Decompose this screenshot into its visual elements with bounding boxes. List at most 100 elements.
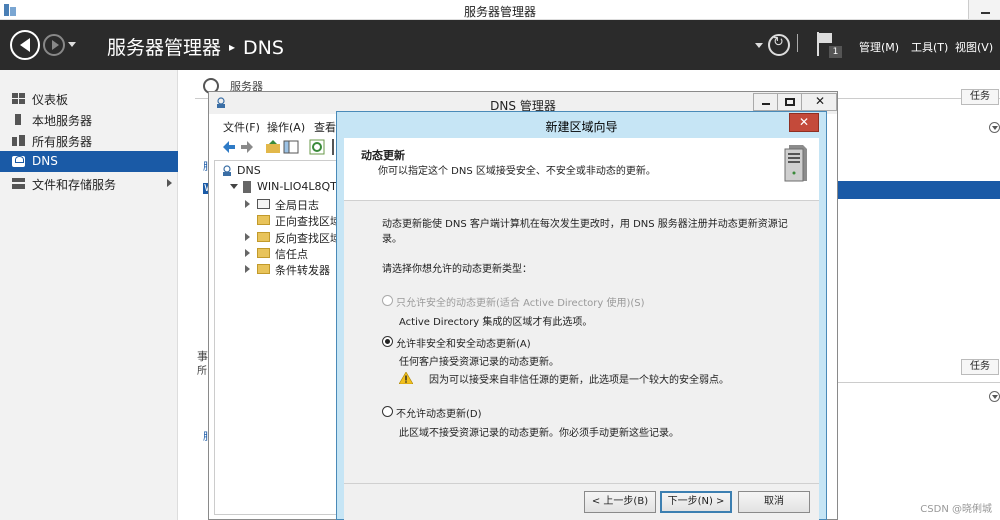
- expand-icon[interactable]: [245, 233, 250, 241]
- menu-action[interactable]: 操作(A): [267, 119, 305, 135]
- events-divider: [838, 382, 1000, 383]
- expand-icon[interactable]: [245, 265, 250, 273]
- dashboard-icon: [12, 93, 25, 104]
- collapse-icon[interactable]: [230, 184, 238, 189]
- events-expand-icon[interactable]: [989, 391, 1000, 402]
- sidebar-item-dns[interactable]: DNS: [0, 151, 178, 172]
- forward-arrow-icon[interactable]: [43, 34, 65, 56]
- sidebar-item-label: 文件和存储服务: [32, 178, 117, 192]
- server-manager-header: 服务器管理器 ▸ DNS 1 管理(M) 工具(T) 视图(V): [0, 20, 1000, 70]
- server-node-icon: [243, 181, 251, 193]
- expand-icon[interactable]: [989, 122, 1000, 133]
- dns-icon: [12, 156, 25, 167]
- wizard-subheading: 你可以指定这个 DNS 区域接受安全、不安全或非动态的更新。: [378, 166, 656, 177]
- show-hide-tree-icon[interactable]: [282, 138, 300, 156]
- dns-maximize-button[interactable]: [777, 93, 802, 111]
- refresh-icon[interactable]: [768, 34, 790, 56]
- close-button[interactable]: [789, 113, 819, 132]
- nonsecure-and-secure-label: 允许非安全和安全动态更新(A): [396, 339, 531, 350]
- intro-text-line2: 录。: [382, 234, 402, 245]
- sidebar-item-local-server[interactable]: 本地服务器: [0, 109, 178, 130]
- expand-icon[interactable]: [245, 249, 250, 257]
- secure-only-desc: Active Directory 集成的区域才有此选项。: [399, 317, 593, 328]
- log-icon: [257, 199, 270, 209]
- expand-icon[interactable]: [245, 200, 250, 208]
- sidebar-item-label: 所有服务器: [32, 135, 93, 149]
- dns-node-icon: [223, 165, 231, 176]
- back-button[interactable]: < 上一步(B): [584, 491, 656, 513]
- server-tower-icon: [784, 145, 807, 182]
- nonsecure-and-secure-desc: 任何客户接受资源记录的动态更新。: [399, 357, 559, 368]
- secure-only-label: 只允许安全的动态更新(适合 Active Directory 使用)(S): [396, 298, 645, 309]
- security-warning-text: 因为可以接受来自非信任源的更新，此选项是一个较大的安全弱点。: [429, 375, 729, 386]
- breadcrumb: 服务器管理器 ▸ DNS: [107, 33, 284, 60]
- sidebar-item-dashboard[interactable]: 仪表板: [0, 88, 178, 109]
- back-arrow-icon[interactable]: [10, 30, 40, 60]
- wizard-heading: 动态更新: [361, 149, 405, 162]
- cancel-button[interactable]: 取消: [738, 491, 810, 513]
- folder-icon: [257, 215, 270, 225]
- tree-node-label: 条件转发器: [275, 264, 330, 277]
- wizard-footer-divider: [344, 483, 819, 484]
- refresh-icon[interactable]: [308, 138, 326, 156]
- chevron-down-icon[interactable]: [755, 43, 763, 48]
- folder-icon: [257, 248, 270, 258]
- back-arrow-icon[interactable]: [220, 138, 238, 156]
- wizard-title: 新建区域向导: [545, 120, 618, 134]
- storage-icon: [12, 178, 25, 189]
- events-tasks-button[interactable]: 任务: [961, 359, 999, 375]
- nonsecure-and-secure-radio[interactable]: [382, 336, 393, 347]
- tree-node-label: 反向查找区域: [275, 232, 341, 245]
- servers-icon: [12, 135, 25, 146]
- wizard-header: 动态更新 你可以指定这个 DNS 区域接受安全、不安全或非动态的更新。: [344, 138, 819, 201]
- wizard-body: 动态更新 你可以指定这个 DNS 区域接受安全、不安全或非动态的更新。 动态更新…: [344, 138, 819, 520]
- intro-text-line1: 动态更新能使 DNS 客户端计算机在每次发生更改时，用 DNS 服务器注册并动态…: [382, 219, 788, 230]
- breadcrumb-current: DNS: [243, 37, 284, 59]
- menu-file[interactable]: 文件(F): [223, 119, 260, 135]
- breadcrumb-root[interactable]: 服务器管理器: [107, 37, 221, 59]
- menu-tools[interactable]: 工具(T): [911, 39, 948, 55]
- left-navigation: 仪表板 本地服务器 所有服务器 DNS 文件和存储服务: [0, 70, 178, 520]
- tree-node-label: 正向查找区域: [275, 215, 341, 228]
- server-icon: [15, 114, 21, 125]
- tree-node-label: 全局日志: [275, 199, 319, 212]
- minimize-button[interactable]: [968, 0, 1000, 19]
- header-divider: [797, 34, 798, 52]
- window-title: 服务器管理器: [463, 5, 536, 19]
- chevron-right-icon[interactable]: [167, 179, 172, 187]
- sidebar-item-label: 本地服务器: [32, 114, 93, 128]
- events-sub-partial: 所: [197, 366, 207, 377]
- menu-view[interactable]: 视图(V): [955, 39, 993, 55]
- folder-icon: [257, 232, 270, 242]
- warning-icon: [399, 372, 413, 384]
- forward-arrow-icon[interactable]: [238, 138, 256, 156]
- update-type-prompt: 请选择你想允许的动态更新类型：: [382, 264, 532, 275]
- no-dynamic-update-label: 不允许动态更新(D): [396, 409, 482, 420]
- folder-icon: [257, 264, 270, 274]
- secure-only-radio[interactable]: [382, 295, 393, 306]
- sidebar-item-label: 仪表板: [32, 93, 69, 107]
- no-dynamic-update-desc: 此区域不接受资源记录的动态更新。你必须手动更新这些记录。: [399, 428, 679, 439]
- toolbar-partial-icon: [332, 139, 334, 155]
- sidebar-item-file-storage[interactable]: 文件和存储服务: [0, 173, 178, 194]
- tree-node-label: DNS: [237, 164, 261, 177]
- up-folder-icon[interactable]: [264, 138, 282, 156]
- notification-count-badge: 1: [829, 46, 842, 58]
- tasks-button[interactable]: 任务: [961, 89, 999, 105]
- dns-tree-pane: DNS WIN-LIO4L8QTF3 全局日志 正向查找区域 反向查找区域 信任…: [214, 160, 350, 515]
- no-dynamic-update-radio[interactable]: [382, 406, 393, 417]
- new-zone-wizard-dialog: 新建区域向导 动态更新 你可以指定这个 DNS 区域接受安全、不安全或非动态的更…: [336, 111, 827, 520]
- next-button[interactable]: 下一步(N) >: [660, 491, 732, 513]
- wizard-titlebar: 新建区域向导: [337, 112, 826, 137]
- history-dropdown-icon[interactable]: [68, 42, 76, 47]
- dns-close-button[interactable]: ✕: [801, 93, 837, 111]
- menu-view[interactable]: 查看: [314, 119, 336, 135]
- selected-server-row[interactable]: [838, 181, 1000, 199]
- server-manager-titlebar: 服务器管理器: [0, 0, 1000, 20]
- sidebar-item-all-servers[interactable]: 所有服务器: [0, 130, 178, 151]
- sidebar-item-label: DNS: [32, 154, 58, 168]
- menu-manage[interactable]: 管理(M): [859, 39, 899, 55]
- watermark-text: CSDN @晓俐城: [920, 504, 992, 515]
- dns-minimize-button[interactable]: [753, 93, 778, 111]
- breadcrumb-separator: ▸: [229, 40, 236, 54]
